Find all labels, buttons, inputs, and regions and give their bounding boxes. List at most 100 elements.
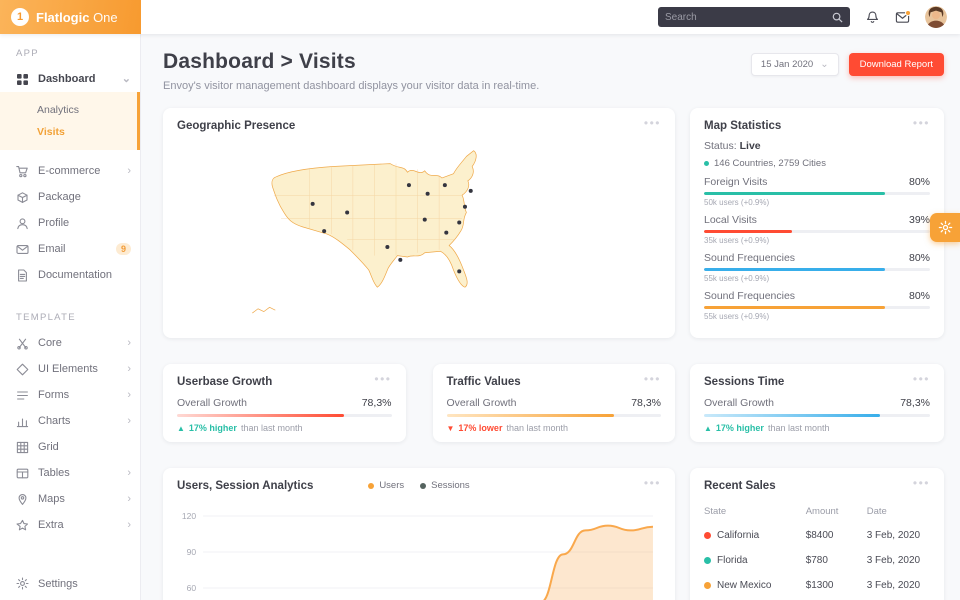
- sidebar-item-label: Documentation: [38, 269, 112, 281]
- chevron-right-icon: ›: [127, 362, 131, 375]
- sidebar-item-label: Forms: [38, 389, 70, 401]
- search-icon: [832, 12, 843, 23]
- trend-up-icon: ▲: [704, 423, 712, 433]
- section-label-template: TEMPLATE: [16, 312, 76, 323]
- date-picker[interactable]: 15 Jan 2020 ⌄: [750, 53, 839, 76]
- legend-dot-icon: [368, 482, 375, 489]
- chevron-right-icon: ›: [127, 336, 131, 349]
- notifications-button[interactable]: [865, 10, 880, 25]
- legend-item-sessions: Sessions: [420, 480, 470, 491]
- sidebar-item-label: Package: [38, 191, 81, 203]
- app-root: 1 Flatlogic One Search APP Dashboard ⌄ A…: [0, 0, 960, 600]
- sidebar-item-email[interactable]: Email 9: [0, 236, 140, 262]
- sidebar-item-extra[interactable]: Extra ›: [0, 512, 140, 538]
- sidebar-item-analytics[interactable]: Analytics: [0, 99, 137, 121]
- sidebar-item-visits[interactable]: Visits: [0, 121, 137, 143]
- status-line: Status: Live: [704, 140, 761, 152]
- chevron-right-icon: ›: [127, 492, 131, 505]
- svg-text:120: 120: [182, 511, 196, 521]
- sidebar-item-forms[interactable]: Forms ›: [0, 382, 140, 408]
- progress-bar: [704, 306, 930, 309]
- sidebar-item-ecommerce[interactable]: E-commerce ›: [0, 158, 140, 184]
- page-subtitle: Envoy's visitor management dashboard dis…: [163, 80, 540, 92]
- sidebar-item-profile[interactable]: Profile: [0, 210, 140, 236]
- logo[interactable]: 1 Flatlogic One: [0, 0, 141, 34]
- sidebar-item-tables[interactable]: Tables ›: [0, 460, 140, 486]
- dashboard-submenu: Analytics Visits: [0, 92, 140, 150]
- gear-icon: [16, 577, 29, 590]
- sidebar-item-label: Grid: [38, 441, 59, 453]
- chevron-right-icon: ›: [127, 388, 131, 401]
- progress-bar: [704, 230, 930, 233]
- page-header: Dashboard > Visits Envoy's visitor manag…: [163, 50, 944, 92]
- sidebar-item-label: Email: [38, 243, 66, 255]
- summary-line: 146 Countries, 2759 Cities: [704, 158, 930, 169]
- messages-button[interactable]: [895, 9, 911, 24]
- page-title: Dashboard > Visits: [163, 50, 356, 73]
- traffic-values-card: Traffic Values ••• Overall Growth 78,3% ▼…: [432, 364, 675, 442]
- main-content: Dashboard > Visits Envoy's visitor manag…: [141, 34, 960, 600]
- sidebar-item-ui-elements[interactable]: UI Elements ›: [0, 356, 140, 382]
- diamond-icon: [16, 363, 29, 375]
- trend-down-icon: ▼: [446, 423, 455, 433]
- sidebar-item-label: Visits: [37, 126, 65, 138]
- card-menu-button[interactable]: •••: [913, 477, 930, 489]
- logo-icon: 1: [11, 8, 29, 26]
- sidebar-item-label: Charts: [38, 415, 71, 427]
- sidebar-item-core[interactable]: Core ›: [0, 330, 140, 356]
- trend-line: ▲ 17% higher than last month: [177, 423, 303, 433]
- card-menu-button[interactable]: •••: [374, 373, 391, 385]
- sidebar-item-documentation[interactable]: Documentation: [0, 262, 140, 288]
- sidebar-item-dashboard[interactable]: Dashboard ⌄: [0, 66, 140, 92]
- user-avatar[interactable]: [925, 6, 947, 28]
- users-session-analytics-card: Users, Session Analytics ••• Users Sessi…: [163, 468, 675, 600]
- sidebar-item-settings[interactable]: Settings: [0, 568, 140, 600]
- state-dot-icon: [704, 557, 711, 564]
- chevron-right-icon: ›: [127, 414, 131, 427]
- status-value: Live: [739, 140, 761, 152]
- section-label-app: APP: [16, 48, 39, 59]
- sidebar-item-package[interactable]: Package: [0, 184, 140, 210]
- lines-icon: [17, 390, 28, 400]
- recent-sales-card: Recent Sales ••• State Amount Date Calif…: [690, 468, 944, 600]
- card-menu-button[interactable]: •••: [913, 117, 930, 129]
- table-row: New Mexico $1300 3 Feb, 2020: [704, 573, 930, 598]
- card-menu-button[interactable]: •••: [644, 117, 661, 129]
- theme-settings-fab[interactable]: [930, 213, 960, 242]
- chart-legend: Users Sessions: [163, 480, 675, 491]
- cart-icon: [16, 165, 28, 177]
- sidebar-item-label: Dashboard: [38, 73, 96, 85]
- card-title: Sessions Time: [704, 376, 785, 388]
- card-menu-button[interactable]: •••: [913, 373, 930, 385]
- top-header: 1 Flatlogic One: [0, 0, 960, 34]
- search-box[interactable]: [658, 7, 850, 27]
- sidebar-item-charts[interactable]: Charts ›: [0, 408, 140, 434]
- stat-row-sound-frequencies-1: Sound Frequencies 80% 55k users (+0.9%): [704, 252, 930, 283]
- sidebar-item-maps[interactable]: Maps ›: [0, 486, 140, 512]
- stat-row-local-visits: Local Visits 39% 35k users (+0.9%): [704, 214, 930, 245]
- email-count-badge: 9: [115, 243, 131, 255]
- avatar-image: [925, 6, 947, 28]
- dashboard-icon: [17, 73, 28, 85]
- download-report-button[interactable]: Download Report: [848, 53, 944, 76]
- sidebar-item-grid[interactable]: Grid: [0, 434, 140, 460]
- profile-icon: [17, 217, 28, 229]
- card-title: Geographic Presence: [177, 120, 296, 132]
- table-row: California $8400 3 Feb, 2020: [704, 523, 930, 548]
- scissors-icon: [17, 338, 28, 350]
- column-header: Date: [866, 506, 887, 517]
- stat-cards-row: Userbase Growth ••• Overall Growth 78,3% …: [163, 364, 675, 442]
- legend-dot-icon: [420, 482, 427, 489]
- search-input[interactable]: [665, 11, 832, 23]
- sessions-time-card: Sessions Time ••• Overall Growth 78,3% ▲ …: [690, 364, 944, 442]
- sidebar-item-label: Tables: [38, 467, 70, 479]
- chevron-right-icon: ›: [127, 518, 131, 531]
- sidebar-item-label: Profile: [38, 217, 70, 229]
- state-dot-icon: [704, 532, 711, 539]
- sidebar-item-label: Core: [38, 337, 62, 349]
- chevron-right-icon: ›: [127, 164, 131, 177]
- progress-bar: [704, 414, 930, 417]
- chevron-right-icon: ›: [127, 466, 131, 479]
- card-menu-button[interactable]: •••: [644, 373, 661, 385]
- star-icon: [16, 519, 29, 530]
